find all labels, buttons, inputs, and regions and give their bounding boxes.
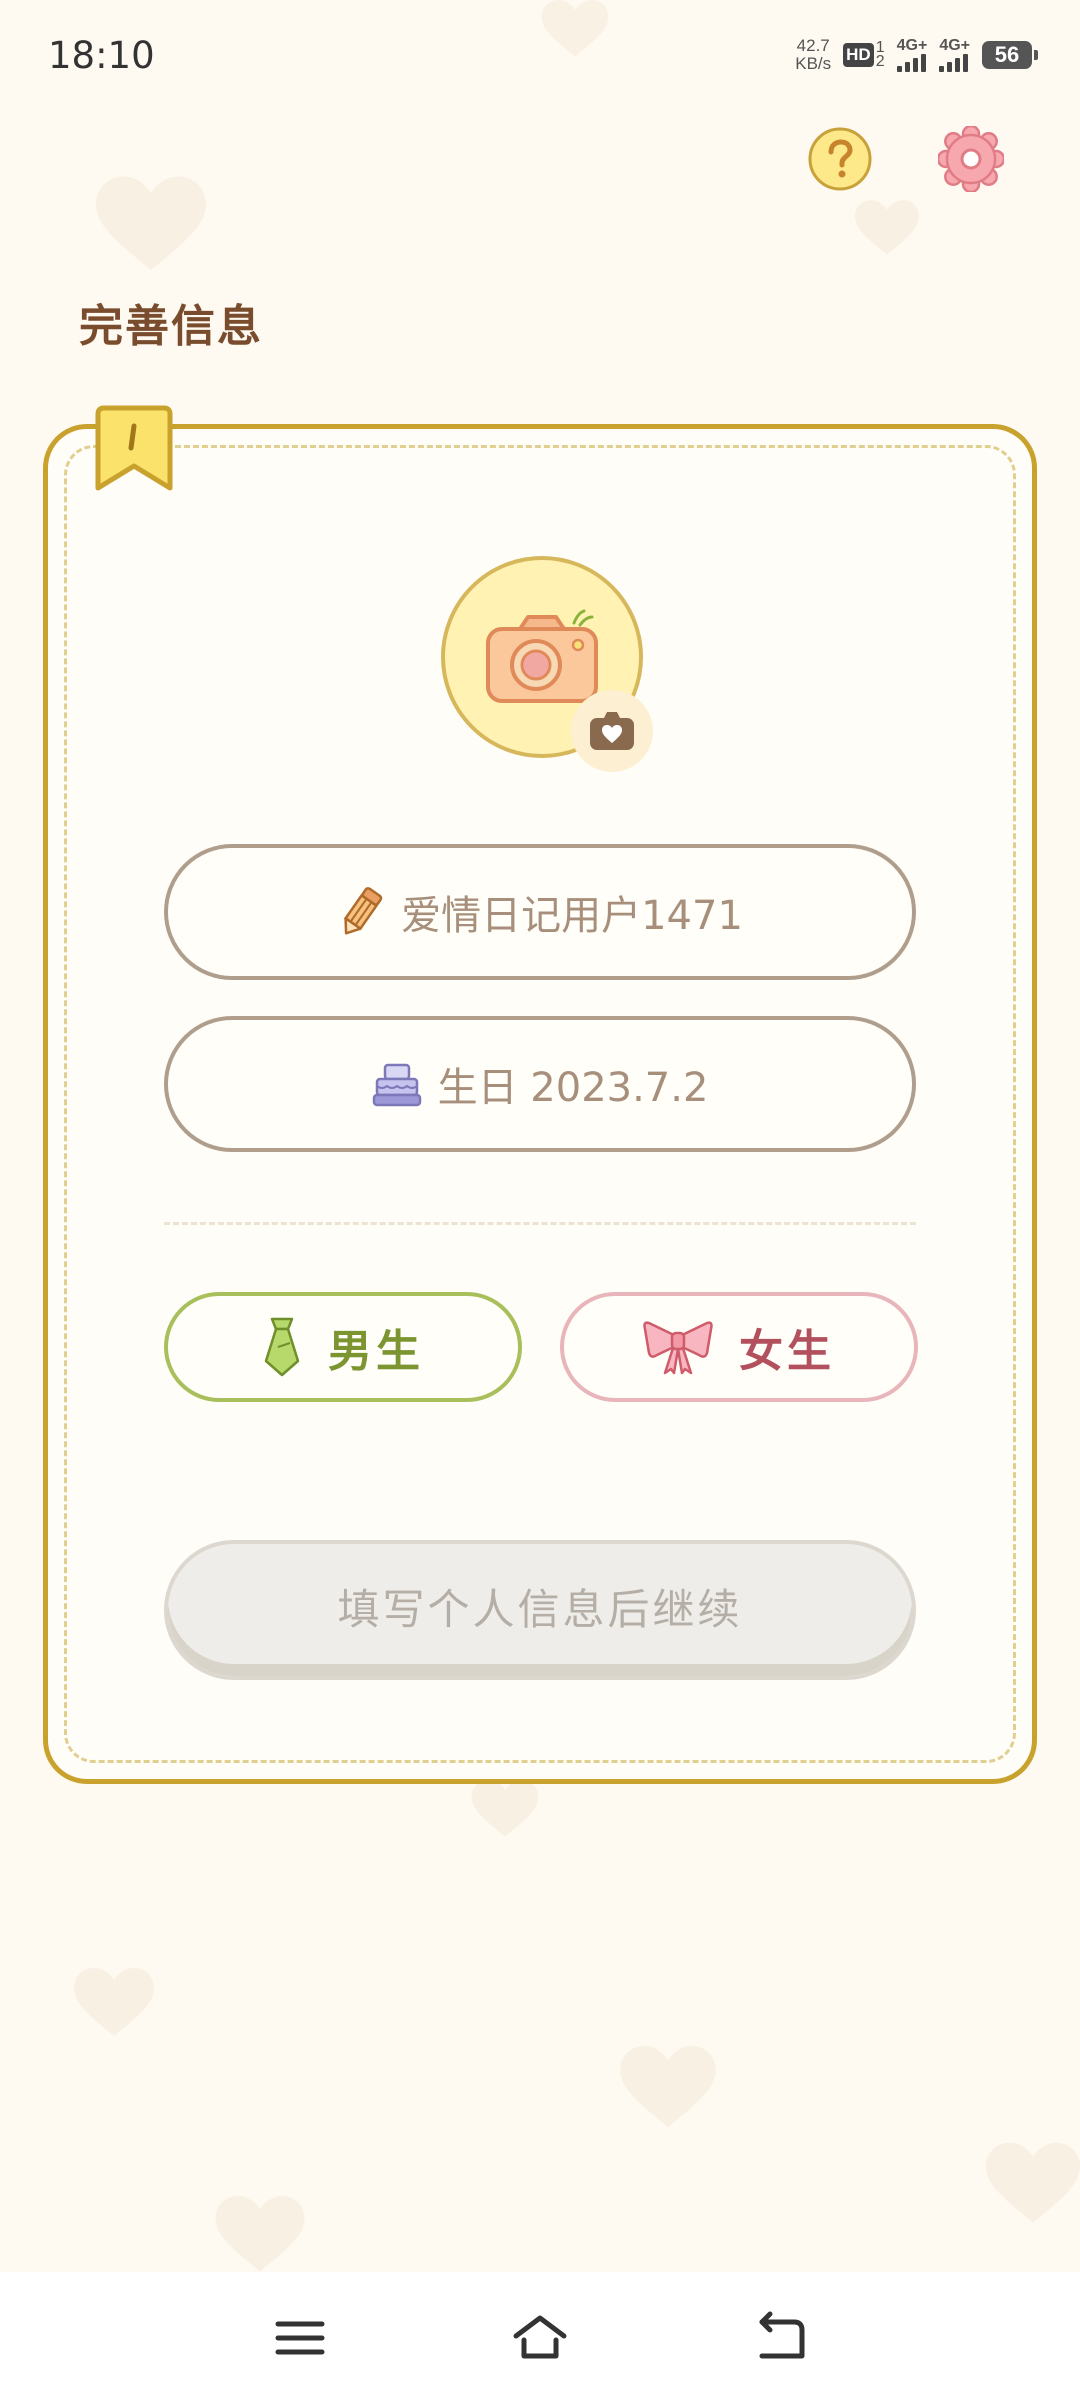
battery-level: 56 xyxy=(994,42,1020,67)
signal-icon: 4G+ xyxy=(939,38,970,72)
signal-icon: 4G+ xyxy=(896,37,928,72)
cake-icon xyxy=(372,1063,421,1107)
background-heart-icon xyxy=(96,176,206,270)
male-label: 男生 xyxy=(328,1326,424,1377)
nav-home-button[interactable] xyxy=(512,2310,568,2366)
nav-back-button[interactable] xyxy=(752,2310,808,2366)
status-bar: 18:10 42.7 KB/s HD 1 2 4G+ 4G+ 56 xyxy=(0,0,1080,110)
signal-bars xyxy=(939,54,969,72)
avatar-upload[interactable] xyxy=(441,556,653,772)
hd-sim-index: 1 2 xyxy=(875,40,885,70)
background-heart-icon xyxy=(855,200,919,255)
battery-icon: 56 xyxy=(982,41,1038,69)
back-icon xyxy=(759,2311,805,2359)
home-icon xyxy=(513,2315,567,2359)
help-button[interactable] xyxy=(807,126,873,192)
birthday-field[interactable]: 生日 2023.7.2 xyxy=(164,1016,916,1152)
bow-icon xyxy=(643,1321,713,1375)
network-speed-value: 42.7 xyxy=(796,36,830,55)
signal-bars xyxy=(896,54,926,72)
status-time: 18:10 xyxy=(48,33,155,77)
hd-icon: HD 1 2 xyxy=(843,40,885,70)
signal-label: 4G+ xyxy=(939,37,970,54)
gear-icon xyxy=(936,124,1006,194)
bookmark-icon xyxy=(95,405,173,491)
menu-icon xyxy=(275,2321,325,2355)
camera-heart-icon xyxy=(590,712,634,750)
question-icon xyxy=(808,127,872,191)
background-heart-icon xyxy=(471,1780,539,1837)
female-label: 女生 xyxy=(739,1326,835,1377)
settings-button[interactable] xyxy=(936,124,1006,194)
continue-button[interactable]: 填写个人信息后继续 xyxy=(164,1540,916,1680)
nickname-value: 爱情日记用户1471 xyxy=(401,893,743,939)
status-icons: 42.7 KB/s HD 1 2 4G+ 4G+ 56 xyxy=(795,37,1038,73)
background-heart-icon xyxy=(74,1968,154,2036)
female-button[interactable]: 女生 xyxy=(560,1292,918,1402)
network-speed-unit: KB/s xyxy=(795,54,832,73)
page: 18:10 42.7 KB/s HD 1 2 4G+ 4G+ 56 完善信息 爱… xyxy=(0,0,1080,2400)
nickname-field[interactable]: 爱情日记用户1471 xyxy=(164,844,916,980)
camera-icon xyxy=(486,609,598,703)
birthday-value: 生日 2023.7.2 xyxy=(437,1065,709,1111)
hd-label: HD xyxy=(843,43,874,67)
nav-menu-button[interactable] xyxy=(272,2310,328,2366)
signal-label: 4G+ xyxy=(896,37,928,54)
male-button[interactable]: 男生 xyxy=(164,1292,522,1402)
tie-icon xyxy=(264,1317,300,1377)
network-speed: 42.7 KB/s xyxy=(795,37,831,73)
continue-label: 填写个人信息后继续 xyxy=(337,1584,743,1634)
page-title: 完善信息 xyxy=(79,301,263,352)
background-heart-icon xyxy=(620,2046,716,2128)
background-heart-icon xyxy=(215,2196,305,2272)
pencil-icon xyxy=(343,887,383,935)
change-avatar-button[interactable] xyxy=(571,690,653,772)
divider xyxy=(164,1222,916,1225)
background-heart-icon xyxy=(986,2142,1080,2223)
hd-sim-bottom: 2 xyxy=(875,53,885,70)
navigation-bar xyxy=(0,2272,1080,2400)
